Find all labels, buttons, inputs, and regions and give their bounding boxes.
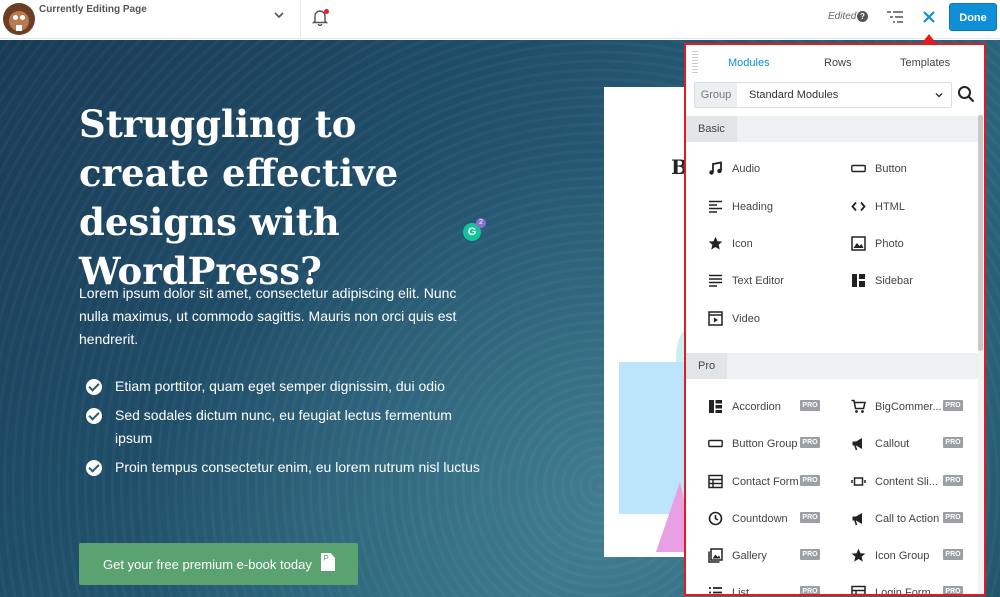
check-circle-icon <box>86 460 102 476</box>
pro-badge: PRO <box>800 437 820 448</box>
module-content-slider[interactable]: Content Sli... PRO <box>851 472 984 492</box>
panel-tabs: Modules Rows Templates <box>686 45 984 79</box>
video-play-icon <box>708 311 723 326</box>
module-icon[interactable]: Icon <box>708 234 848 254</box>
outline-list-icon[interactable] <box>885 9 905 25</box>
section-basic-title: Basic <box>686 116 737 142</box>
module-photo[interactable]: Photo <box>851 234 984 254</box>
section-basic-header: Basic <box>686 116 978 142</box>
module-icon-group[interactable]: Icon Group PRO <box>851 546 984 566</box>
builder-topbar: Currently Editing Page Edited ? Done <box>0 0 1000 39</box>
pro-badge: PRO <box>800 549 820 560</box>
megaphone-icon <box>852 513 862 526</box>
clock-icon <box>708 511 723 526</box>
list-item: Proin tempus consectetur enim, eu lorem … <box>86 456 486 479</box>
module-video[interactable]: Video <box>708 309 848 329</box>
cta-label: Get your free premium e-book today <box>103 557 312 572</box>
module-callout[interactable]: Callout PRO <box>851 434 984 454</box>
heading-lines-icon <box>709 200 722 213</box>
sidebar-layout-icon <box>852 274 865 287</box>
tab-templates[interactable]: Templates <box>900 57 950 69</box>
module-list[interactable]: List PRO <box>708 583 848 594</box>
panel-scrollbar-thumb[interactable] <box>978 115 983 351</box>
text-lines-icon <box>709 274 722 287</box>
section-pro-title: Pro <box>686 353 728 379</box>
list-item: Etiam porttitor, quam eget semper dignis… <box>86 375 486 398</box>
close-panel-icon[interactable] <box>920 8 938 26</box>
list-icon <box>709 587 722 594</box>
modules-panel: Modules Rows Templates Group Standard Mo… <box>684 43 986 596</box>
notification-dot <box>324 9 329 14</box>
hero-headline: Struggling to create effective designs w… <box>79 102 399 293</box>
tab-modules[interactable]: Modules <box>728 57 770 69</box>
gallery-icon <box>708 548 723 563</box>
edited-status: Edited <box>828 11 857 22</box>
pro-badge: PRO <box>800 586 820 594</box>
module-countdown[interactable]: Countdown PRO <box>708 509 848 529</box>
button-group-icon <box>708 439 723 448</box>
module-accordion[interactable]: Accordion PRO <box>708 397 848 417</box>
module-sidebar[interactable]: Sidebar <box>851 271 984 291</box>
module-gallery[interactable]: Gallery PRO <box>708 546 848 566</box>
pro-badge: PRO <box>800 400 820 411</box>
check-circle-icon <box>86 408 102 424</box>
group-select[interactable]: Group Standard Modules <box>694 82 952 108</box>
grammarly-count-badge: 2 <box>476 218 486 228</box>
check-circle-icon <box>86 379 102 395</box>
pdf-file-icon <box>321 553 335 571</box>
code-brackets-icon <box>851 201 866 212</box>
chevron-down-icon[interactable] <box>272 8 286 22</box>
pro-badge: PRO <box>943 437 963 448</box>
group-select-value: Standard Modules <box>749 89 839 101</box>
chevron-down-icon <box>935 92 943 98</box>
module-button[interactable]: Button <box>851 159 984 179</box>
module-html[interactable]: HTML <box>851 197 984 217</box>
megaphone-icon <box>852 438 862 451</box>
page-selector-label[interactable]: Currently Editing Page <box>39 4 147 15</box>
button-icon <box>851 164 866 173</box>
module-button-group[interactable]: Button Group PRO <box>708 434 848 454</box>
beaver-logo-icon[interactable] <box>3 3 35 35</box>
pro-badge: PRO <box>943 549 963 560</box>
slider-icon <box>851 477 866 486</box>
module-call-to-action[interactable]: Call to Action PRO <box>851 509 984 529</box>
pro-badge: PRO <box>943 586 963 594</box>
module-bigcommerce[interactable]: BigCommer... PRO <box>851 397 984 417</box>
module-text-editor[interactable]: Text Editor <box>708 271 848 291</box>
module-login-form[interactable]: Login Form PRO <box>851 583 984 594</box>
tab-rows[interactable]: Rows <box>824 57 852 69</box>
star-icon <box>708 236 723 250</box>
shopping-cart-icon <box>851 399 866 413</box>
accordion-icon <box>709 400 722 413</box>
group-select-label: Group <box>695 83 737 107</box>
pro-badge: PRO <box>943 400 963 411</box>
module-heading[interactable]: Heading <box>708 197 848 217</box>
topbar-divider <box>300 0 301 39</box>
help-icon[interactable]: ? <box>857 11 868 22</box>
form-table-icon <box>708 474 723 489</box>
cta-ebook-button[interactable]: Get your free premium e-book today <box>79 543 358 585</box>
search-icon[interactable] <box>957 85 975 103</box>
module-audio[interactable]: Audio <box>708 159 848 179</box>
panel-pointer <box>922 34 936 43</box>
pro-badge: PRO <box>943 475 963 486</box>
done-button[interactable]: Done <box>949 3 997 31</box>
music-note-icon <box>709 161 722 175</box>
pro-badge: PRO <box>943 512 963 523</box>
section-pro-header: Pro <box>686 353 978 379</box>
pro-badge: PRO <box>800 475 820 486</box>
hero-bullet-list: Etiam porttitor, quam eget semper dignis… <box>86 375 486 485</box>
star-icon <box>851 548 866 562</box>
hero-intro: Lorem ipsum dolor sit amet, consectetur … <box>79 285 457 347</box>
list-item: Sed sodales dictum nunc, eu feugiat lect… <box>86 404 486 450</box>
module-contact-form[interactable]: Contact Form PRO <box>708 472 848 492</box>
form-table-icon <box>851 585 866 594</box>
photo-icon <box>851 236 866 251</box>
pro-badge: PRO <box>800 512 820 523</box>
